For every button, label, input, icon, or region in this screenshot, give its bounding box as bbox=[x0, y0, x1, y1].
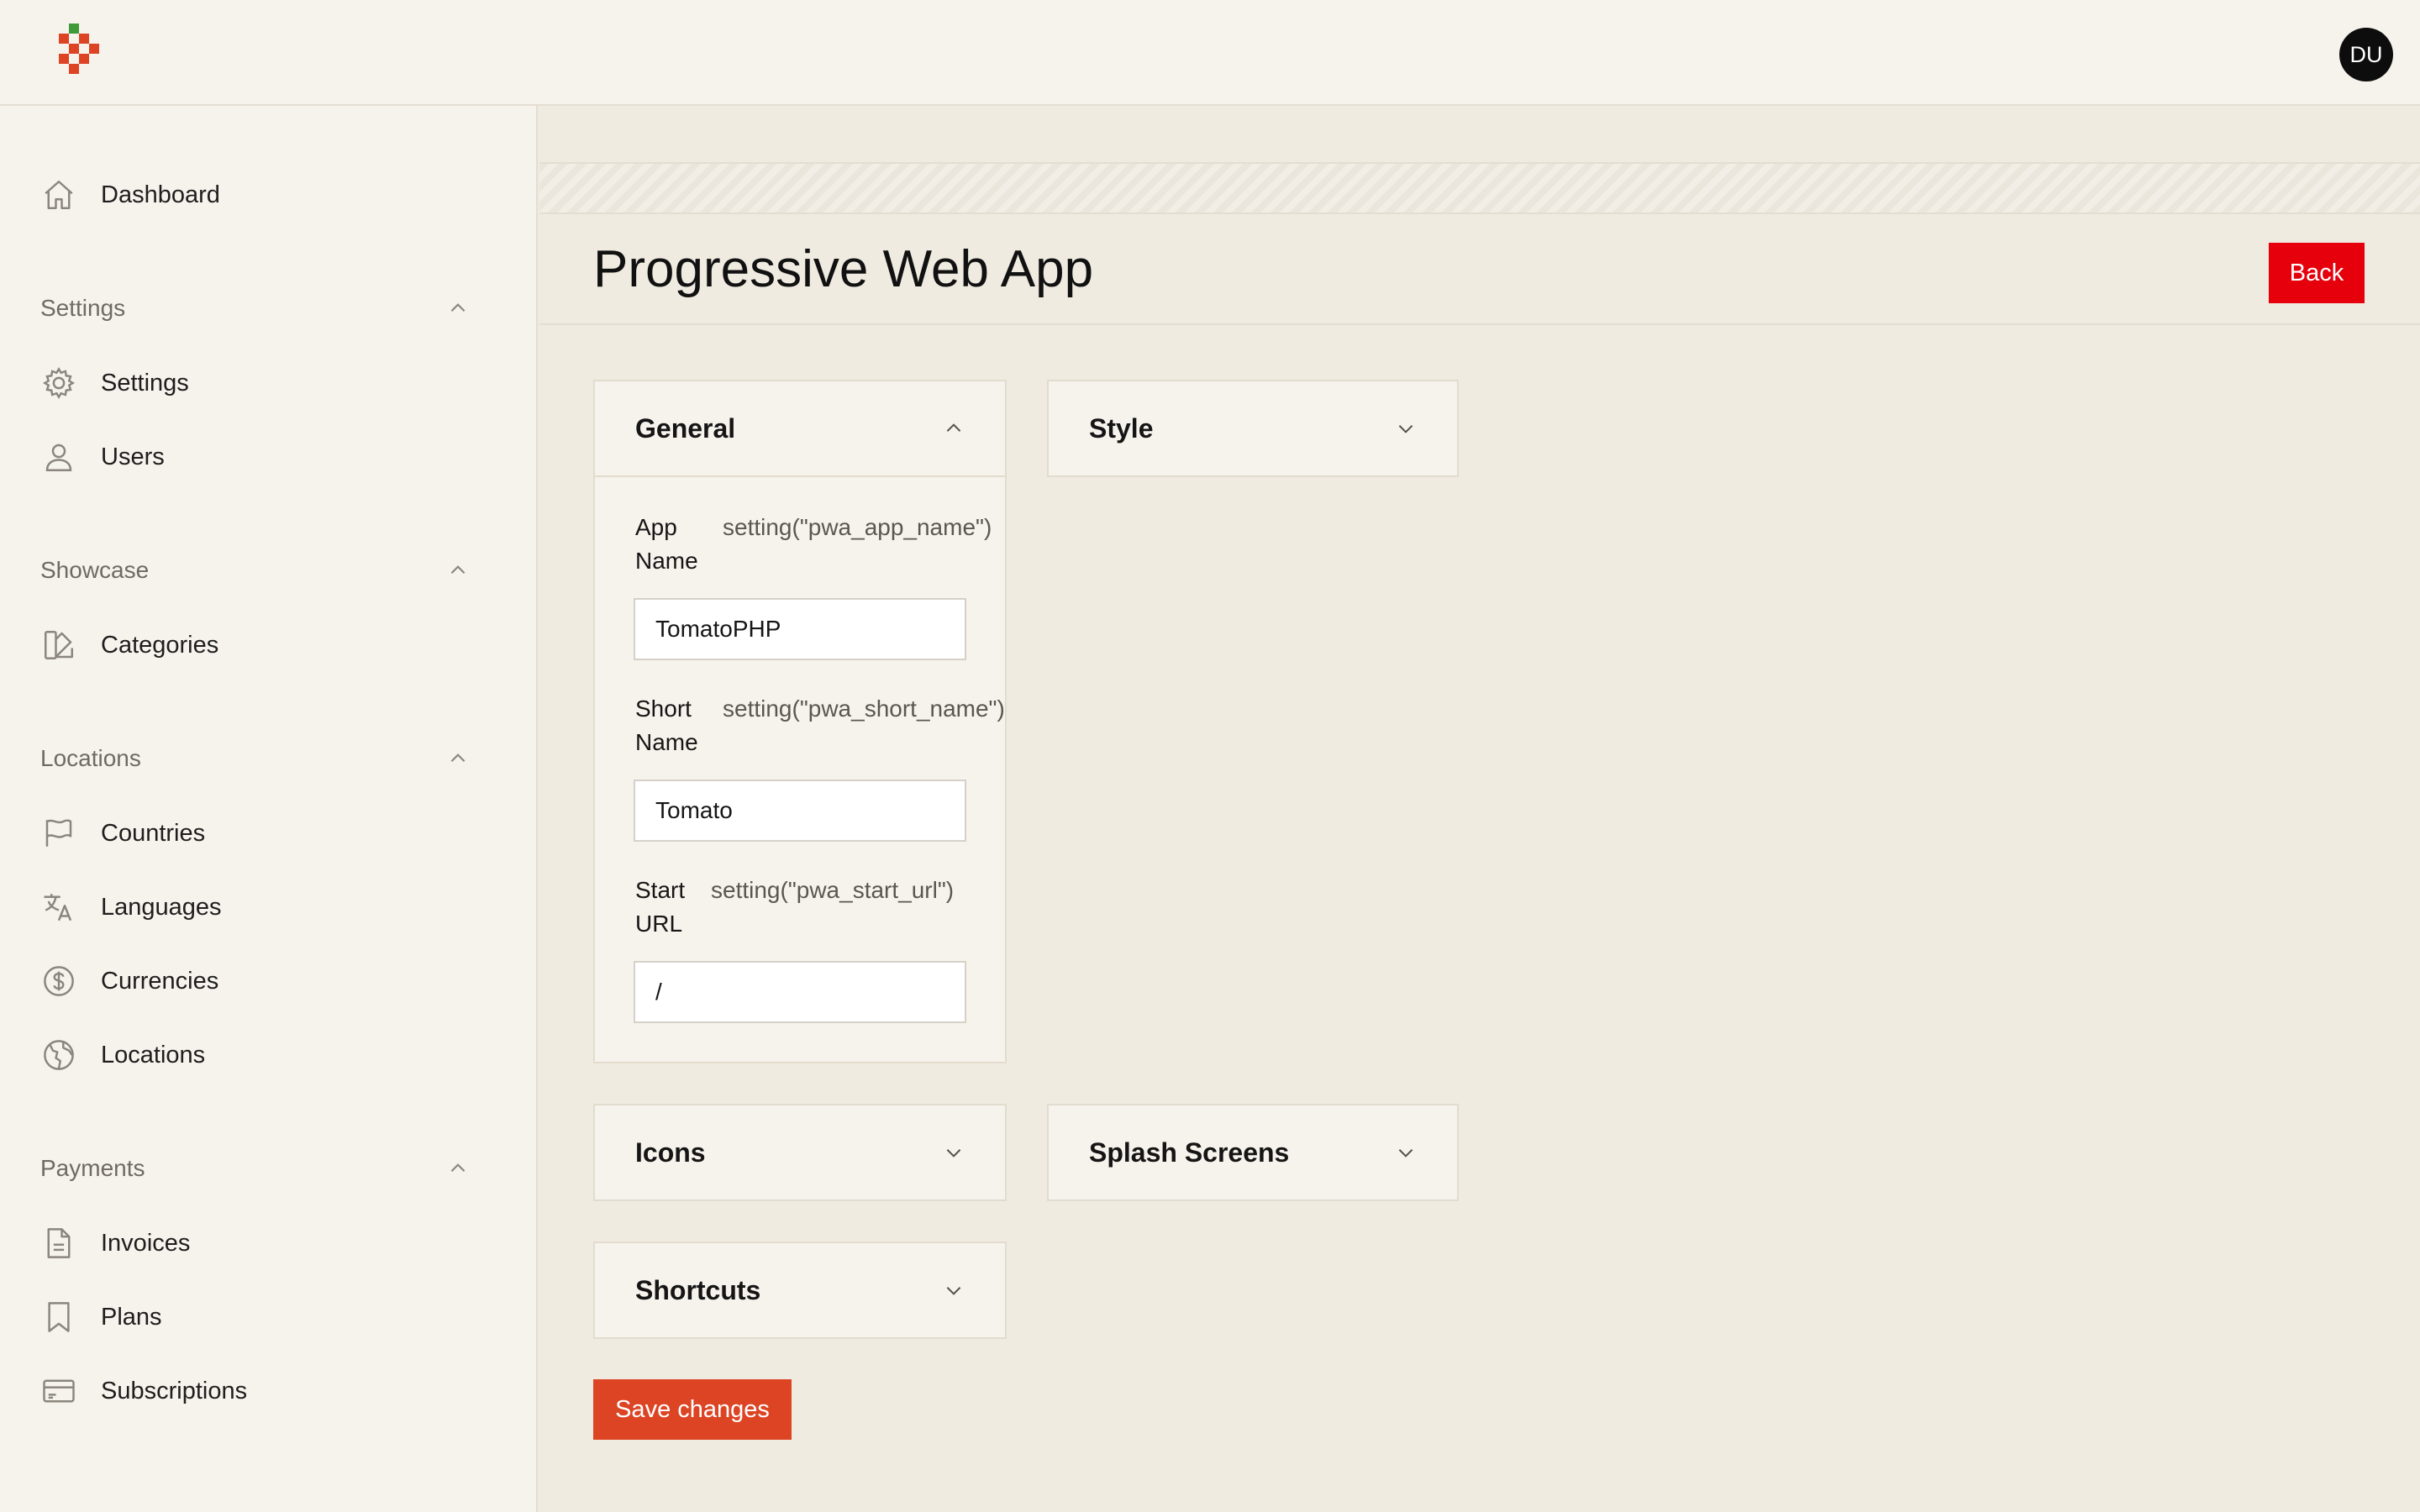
dollar-icon bbox=[40, 963, 77, 1000]
sidebar-group-label: Payments bbox=[40, 1155, 145, 1181]
sidebar-item-label: Users bbox=[101, 443, 165, 470]
app-name-input[interactable] bbox=[634, 598, 966, 660]
globe-icon bbox=[40, 1037, 77, 1074]
sidebar-item-locations[interactable]: Locations bbox=[40, 1032, 494, 1079]
section-style-header[interactable]: Style bbox=[1049, 381, 1457, 475]
section-general-body: App Name setting("pwa_app_name") Short N… bbox=[595, 475, 1005, 1065]
save-changes-button[interactable]: Save changes bbox=[593, 1379, 792, 1440]
sidebar-item-label: Plans bbox=[101, 1303, 162, 1331]
chevron-up-icon bbox=[450, 565, 466, 575]
chevron-down-icon bbox=[946, 1287, 961, 1295]
chevron-up-icon bbox=[450, 303, 466, 312]
field-label: App bbox=[635, 514, 677, 540]
chevron-up-icon bbox=[946, 423, 961, 432]
field-label: Short bbox=[635, 696, 692, 722]
sidebar-item-label: Currencies bbox=[101, 967, 219, 995]
field-hint: setting("pwa_app_name") bbox=[723, 514, 992, 540]
sidebar-item-languages[interactable]: Languages bbox=[40, 884, 494, 931]
chevron-up-icon bbox=[450, 753, 466, 763]
sidebar-item-label: Languages bbox=[101, 893, 222, 921]
header-stripe bbox=[539, 162, 2420, 214]
section-icons-header[interactable]: Icons bbox=[595, 1105, 1005, 1200]
sidebar-item-label: Subscriptions bbox=[101, 1377, 248, 1404]
section-splash-screens: Splash Screens bbox=[1047, 1104, 1459, 1201]
sidebar-item-invoices[interactable]: Invoices bbox=[40, 1220, 494, 1267]
section-title: Splash Screens bbox=[1089, 1137, 1290, 1168]
section-shortcuts: Shortcuts bbox=[593, 1242, 1007, 1339]
sidebar-group-label: Locations bbox=[40, 745, 141, 771]
page-title: Progressive Web App bbox=[593, 240, 1094, 298]
section-general: General App Name setting("pwa_app_name")… bbox=[593, 380, 1007, 1063]
top-bar: DU bbox=[0, 0, 2420, 106]
chevron-down-icon bbox=[946, 1149, 961, 1158]
gear-icon bbox=[40, 365, 77, 402]
field-label: URL bbox=[635, 911, 683, 937]
sidebar-item-dashboard[interactable]: Dashboard bbox=[40, 171, 494, 218]
sidebar-item-label: Invoices bbox=[101, 1229, 191, 1257]
field-label: Start bbox=[635, 877, 686, 903]
credit-card-icon bbox=[40, 1373, 77, 1410]
section-general-header[interactable]: General bbox=[595, 381, 1005, 475]
sidebar-item-subscriptions[interactable]: Subscriptions bbox=[40, 1368, 494, 1415]
sidebar-item-settings[interactable]: Settings bbox=[40, 360, 494, 407]
section-splash-screens-header[interactable]: Splash Screens bbox=[1049, 1105, 1457, 1200]
sidebar-item-label: Categories bbox=[101, 631, 219, 659]
sidebar-item-label: Locations bbox=[101, 1041, 206, 1068]
section-style: Style bbox=[1047, 380, 1459, 477]
translate-icon bbox=[40, 889, 77, 926]
tomato-logo[interactable] bbox=[55, 24, 106, 84]
user-avatar[interactable]: DU bbox=[2339, 28, 2393, 81]
flag-icon bbox=[40, 815, 77, 852]
section-title: Shortcuts bbox=[635, 1274, 761, 1305]
sidebar-item-label: Countries bbox=[101, 819, 206, 847]
sidebar-group-payments[interactable]: Payments bbox=[40, 1147, 469, 1189]
sidebar-item-label: Settings bbox=[101, 369, 189, 396]
field-hint: setting("pwa_short_name") bbox=[723, 696, 1005, 722]
sidebar-group-settings[interactable]: Settings bbox=[40, 287, 469, 329]
back-button[interactable]: Back bbox=[2269, 243, 2365, 303]
page-header: Progressive Web App Back bbox=[539, 214, 2420, 325]
bookmark-icon bbox=[40, 1299, 77, 1336]
chevron-up-icon bbox=[450, 1163, 466, 1173]
sidebar-item-categories[interactable]: Categories bbox=[40, 622, 494, 669]
swatch-icon bbox=[40, 627, 77, 664]
field-label: Name bbox=[635, 729, 698, 755]
short-name-input[interactable] bbox=[634, 780, 966, 842]
sidebar-group-showcase[interactable]: Showcase bbox=[40, 549, 469, 591]
field-hint: setting("pwa_start_url") bbox=[711, 877, 955, 903]
document-icon bbox=[40, 1225, 77, 1262]
start-url-input[interactable] bbox=[634, 961, 966, 1023]
section-title: Style bbox=[1089, 412, 1154, 444]
section-icons: Icons bbox=[593, 1104, 1007, 1201]
field-label: Name bbox=[635, 548, 698, 574]
chevron-down-icon bbox=[1398, 1149, 1413, 1158]
sidebar: Dashboard Settings Settings Users Showca… bbox=[0, 106, 538, 1512]
sidebar-item-countries[interactable]: Countries bbox=[40, 810, 494, 857]
chevron-down-icon bbox=[1398, 425, 1413, 433]
sidebar-item-currencies[interactable]: Currencies bbox=[40, 958, 494, 1005]
sidebar-item-label: Dashboard bbox=[101, 181, 220, 208]
home-icon bbox=[40, 176, 77, 213]
sidebar-group-label: Settings bbox=[40, 295, 126, 321]
section-title: Icons bbox=[635, 1137, 706, 1168]
section-shortcuts-header[interactable]: Shortcuts bbox=[595, 1243, 1005, 1337]
sidebar-item-plans[interactable]: Plans bbox=[40, 1294, 494, 1341]
user-icon bbox=[40, 438, 77, 475]
section-title: General bbox=[635, 412, 736, 444]
sidebar-group-label: Showcase bbox=[40, 557, 150, 583]
sidebar-group-locations[interactable]: Locations bbox=[40, 738, 469, 780]
sidebar-item-users[interactable]: Users bbox=[40, 433, 494, 480]
